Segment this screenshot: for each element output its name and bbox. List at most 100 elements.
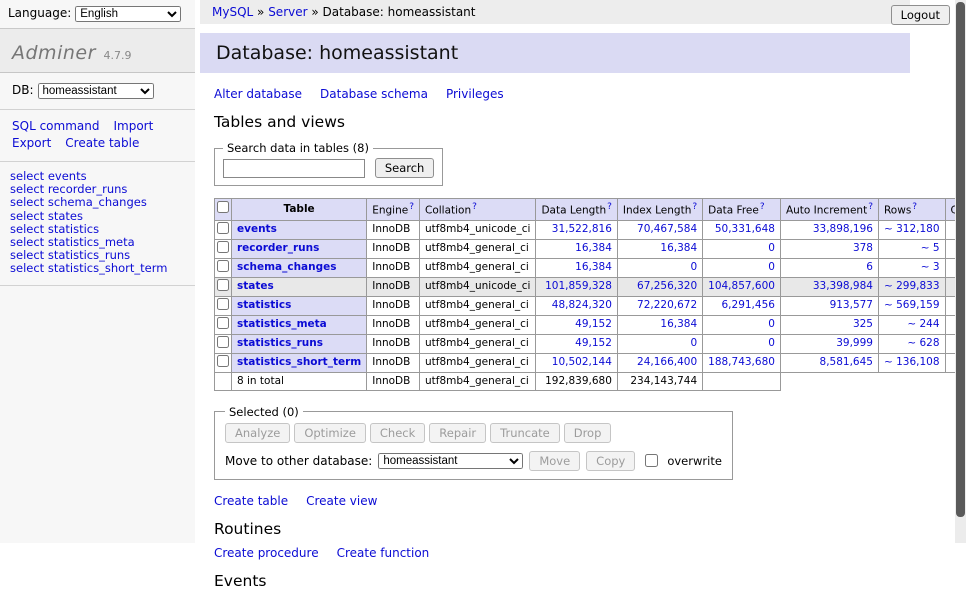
breadcrumb-link[interactable]: Server [268, 5, 307, 19]
overwrite-label[interactable]: overwrite [667, 454, 722, 468]
index-length-link[interactable]: 0 [690, 337, 697, 349]
select-all-checkbox[interactable] [217, 201, 229, 213]
move-db-select[interactable]: homeassistant [378, 453, 523, 469]
row-checkbox[interactable] [217, 336, 229, 348]
rows-link[interactable]: ~ 3 [921, 261, 940, 273]
table-name-link[interactable]: states [48, 209, 83, 223]
table-link[interactable]: statistics_short_term [237, 356, 361, 368]
index-length-link[interactable]: 67,256,320 [637, 280, 697, 292]
database-action-link[interactable]: Privileges [446, 87, 504, 101]
rows-link[interactable]: ~ 312,180 [884, 223, 940, 235]
rows-link[interactable]: ~ 244 [907, 318, 939, 330]
table-select-link[interactable]: select [10, 235, 44, 249]
rows-link[interactable]: ~ 136,108 [884, 356, 940, 368]
index-length-link[interactable]: 16,384 [660, 318, 697, 330]
move-button[interactable]: Move [529, 451, 580, 471]
table-name-link[interactable]: statistics_runs [48, 248, 130, 262]
row-checkbox[interactable] [217, 317, 229, 329]
data-free-link[interactable]: 104,857,600 [708, 280, 775, 292]
table-link[interactable]: statistics_runs [237, 337, 323, 349]
index-length-link[interactable]: 24,166,400 [637, 356, 697, 368]
data-length-link[interactable]: 16,384 [575, 261, 612, 273]
sidebar-action-link[interactable]: SQL command [12, 119, 99, 133]
breadcrumb-link[interactable]: MySQL [212, 5, 253, 19]
data-length-link[interactable]: 49,152 [575, 318, 612, 330]
table-select-link[interactable]: select [10, 169, 44, 183]
table-name-link[interactable]: events [48, 169, 87, 183]
table-select-link[interactable]: select [10, 195, 44, 209]
table-name-link[interactable]: recorder_runs [48, 182, 128, 196]
help-link[interactable]: ? [868, 202, 873, 212]
auto-increment-link[interactable]: 913,577 [830, 299, 873, 311]
data-free-link[interactable]: 50,331,648 [715, 223, 775, 235]
data-length-link[interactable]: 49,152 [575, 337, 612, 349]
selected-action-button[interactable]: Analyze [225, 423, 290, 443]
table-link[interactable]: schema_changes [237, 261, 337, 273]
table-name-link[interactable]: statistics_meta [48, 235, 135, 249]
database-action-link[interactable]: Alter database [214, 87, 302, 101]
routine-create-link[interactable]: Create procedure [214, 546, 319, 560]
row-checkbox[interactable] [217, 222, 229, 234]
table-name-link[interactable]: statistics_short_term [48, 261, 168, 275]
row-checkbox[interactable] [217, 298, 229, 310]
sidebar-action-link[interactable]: Create table [65, 136, 139, 150]
routine-create-link[interactable]: Create function [337, 546, 430, 560]
help-link[interactable]: ? [409, 202, 414, 212]
table-link[interactable]: states [237, 280, 274, 292]
selected-action-button[interactable]: Repair [429, 423, 486, 443]
data-length-link[interactable]: 101,859,328 [545, 280, 612, 292]
search-input[interactable] [223, 159, 365, 178]
search-button[interactable]: Search [375, 158, 435, 178]
table-select-link[interactable]: select [10, 261, 44, 275]
index-length-link[interactable]: 72,220,672 [637, 299, 697, 311]
help-link[interactable]: ? [472, 202, 477, 212]
data-free-link[interactable]: 0 [768, 318, 775, 330]
rows-link[interactable]: ~ 628 [907, 337, 939, 349]
database-action-link[interactable]: Database schema [320, 87, 428, 101]
data-free-link[interactable]: 0 [768, 261, 775, 273]
db-select[interactable]: homeassistant [38, 83, 154, 99]
help-link[interactable]: ? [692, 202, 697, 212]
data-length-link[interactable]: 16,384 [575, 242, 612, 254]
copy-button[interactable]: Copy [586, 451, 635, 471]
selected-action-button[interactable]: Drop [564, 423, 612, 443]
index-length-link[interactable]: 0 [690, 261, 697, 273]
index-length-link[interactable]: 70,467,584 [637, 223, 697, 235]
auto-increment-link[interactable]: 8,581,645 [820, 356, 873, 368]
sidebar-action-link[interactable]: Import [113, 119, 153, 133]
table-link[interactable]: recorder_runs [237, 242, 319, 254]
rows-link[interactable]: ~ 569,159 [884, 299, 940, 311]
auto-increment-link[interactable]: 378 [853, 242, 873, 254]
table-name-link[interactable]: statistics [48, 222, 99, 236]
auto-increment-link[interactable]: 325 [853, 318, 873, 330]
row-checkbox[interactable] [217, 260, 229, 272]
rows-link[interactable]: ~ 5 [921, 242, 940, 254]
row-checkbox[interactable] [217, 241, 229, 253]
scrollbar[interactable] [955, 0, 966, 543]
selected-action-button[interactable]: Truncate [490, 423, 560, 443]
auto-increment-link[interactable]: 6 [866, 261, 873, 273]
table-select-link[interactable]: select [10, 209, 44, 223]
row-checkbox[interactable] [217, 279, 229, 291]
help-link[interactable]: ? [912, 202, 917, 212]
table-link[interactable]: events [237, 223, 277, 235]
create-link[interactable]: Create table [214, 494, 288, 508]
scrollbar-thumb[interactable] [956, 2, 965, 517]
auto-increment-link[interactable]: 33,398,984 [813, 280, 873, 292]
language-select[interactable]: English [75, 6, 181, 22]
data-free-link[interactable]: 188,743,680 [708, 356, 775, 368]
data-free-link[interactable]: 6,291,456 [722, 299, 775, 311]
selected-action-button[interactable]: Check [370, 423, 425, 443]
table-link[interactable]: statistics [237, 299, 291, 311]
logout-button[interactable]: Logout [891, 5, 950, 25]
table-select-link[interactable]: select [10, 182, 44, 196]
selected-action-button[interactable]: Optimize [294, 423, 366, 443]
rows-link[interactable]: ~ 299,833 [884, 280, 940, 292]
data-free-link[interactable]: 0 [768, 337, 775, 349]
sidebar-action-link[interactable]: Export [12, 136, 51, 150]
help-link[interactable]: ? [607, 202, 612, 212]
table-select-link[interactable]: select [10, 222, 44, 236]
table-select-link[interactable]: select [10, 248, 44, 262]
data-length-link[interactable]: 10,502,144 [552, 356, 612, 368]
create-link[interactable]: Create view [306, 494, 377, 508]
